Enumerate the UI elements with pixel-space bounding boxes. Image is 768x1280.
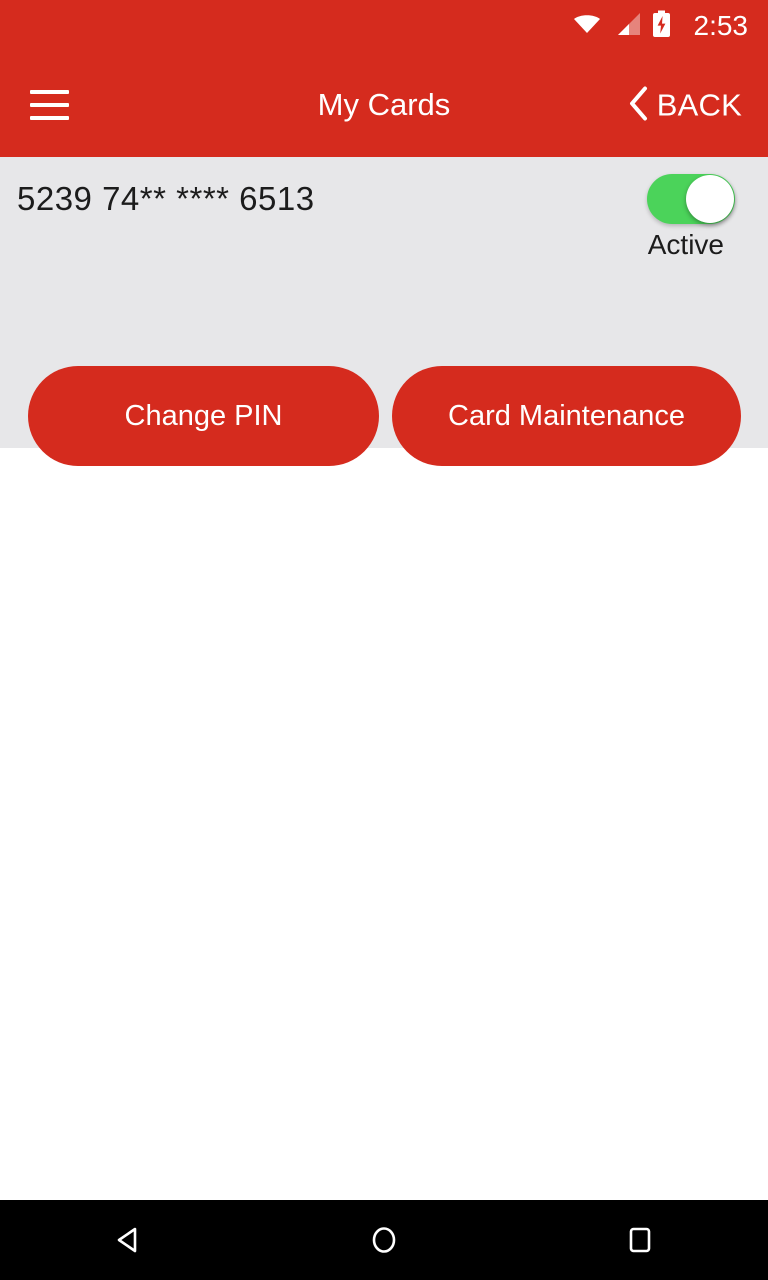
content-area [0, 448, 768, 1200]
app-root: 2:53 My Cards BACK 5239 74** **** 6513 A… [0, 0, 768, 1280]
card-action-buttons: Change PIN Card Maintenance [28, 366, 741, 466]
hamburger-menu-icon[interactable] [30, 85, 78, 125]
circle-home-icon [372, 1227, 396, 1253]
change-pin-button[interactable]: Change PIN [28, 366, 379, 466]
android-back-button[interactable] [68, 1200, 188, 1280]
android-recents-button[interactable] [580, 1200, 700, 1280]
card-active-toggle[interactable] [647, 174, 735, 224]
hamburger-bar [30, 89, 69, 94]
android-navigation-bar [0, 1200, 768, 1280]
status-bar-icons: 2:53 [572, 10, 749, 43]
card-maintenance-button[interactable]: Card Maintenance [392, 366, 741, 466]
square-recents-icon [629, 1227, 651, 1253]
card-panel: 5239 74** **** 6513 Active Change PIN Ca… [0, 157, 768, 466]
cellular-signal-icon [613, 12, 641, 41]
card-number: 5239 74** **** 6513 [17, 180, 315, 217]
card-status-label: Active [647, 229, 724, 260]
android-home-button[interactable] [324, 1200, 444, 1280]
battery-charging-icon [652, 10, 671, 43]
chevron-left-icon [627, 85, 649, 124]
back-button[interactable]: BACK [621, 81, 748, 128]
toggle-knob [686, 175, 734, 223]
wifi-icon [572, 12, 602, 41]
hamburger-bar [30, 102, 69, 107]
triangle-back-icon [117, 1227, 137, 1253]
card-status-toggle-wrap [647, 174, 735, 224]
app-bar: My Cards BACK [0, 52, 768, 157]
hamburger-bar [30, 115, 69, 120]
status-bar: 2:53 [0, 0, 768, 52]
status-bar-clock: 2:53 [693, 10, 749, 41]
back-button-label: BACK [656, 87, 742, 122]
